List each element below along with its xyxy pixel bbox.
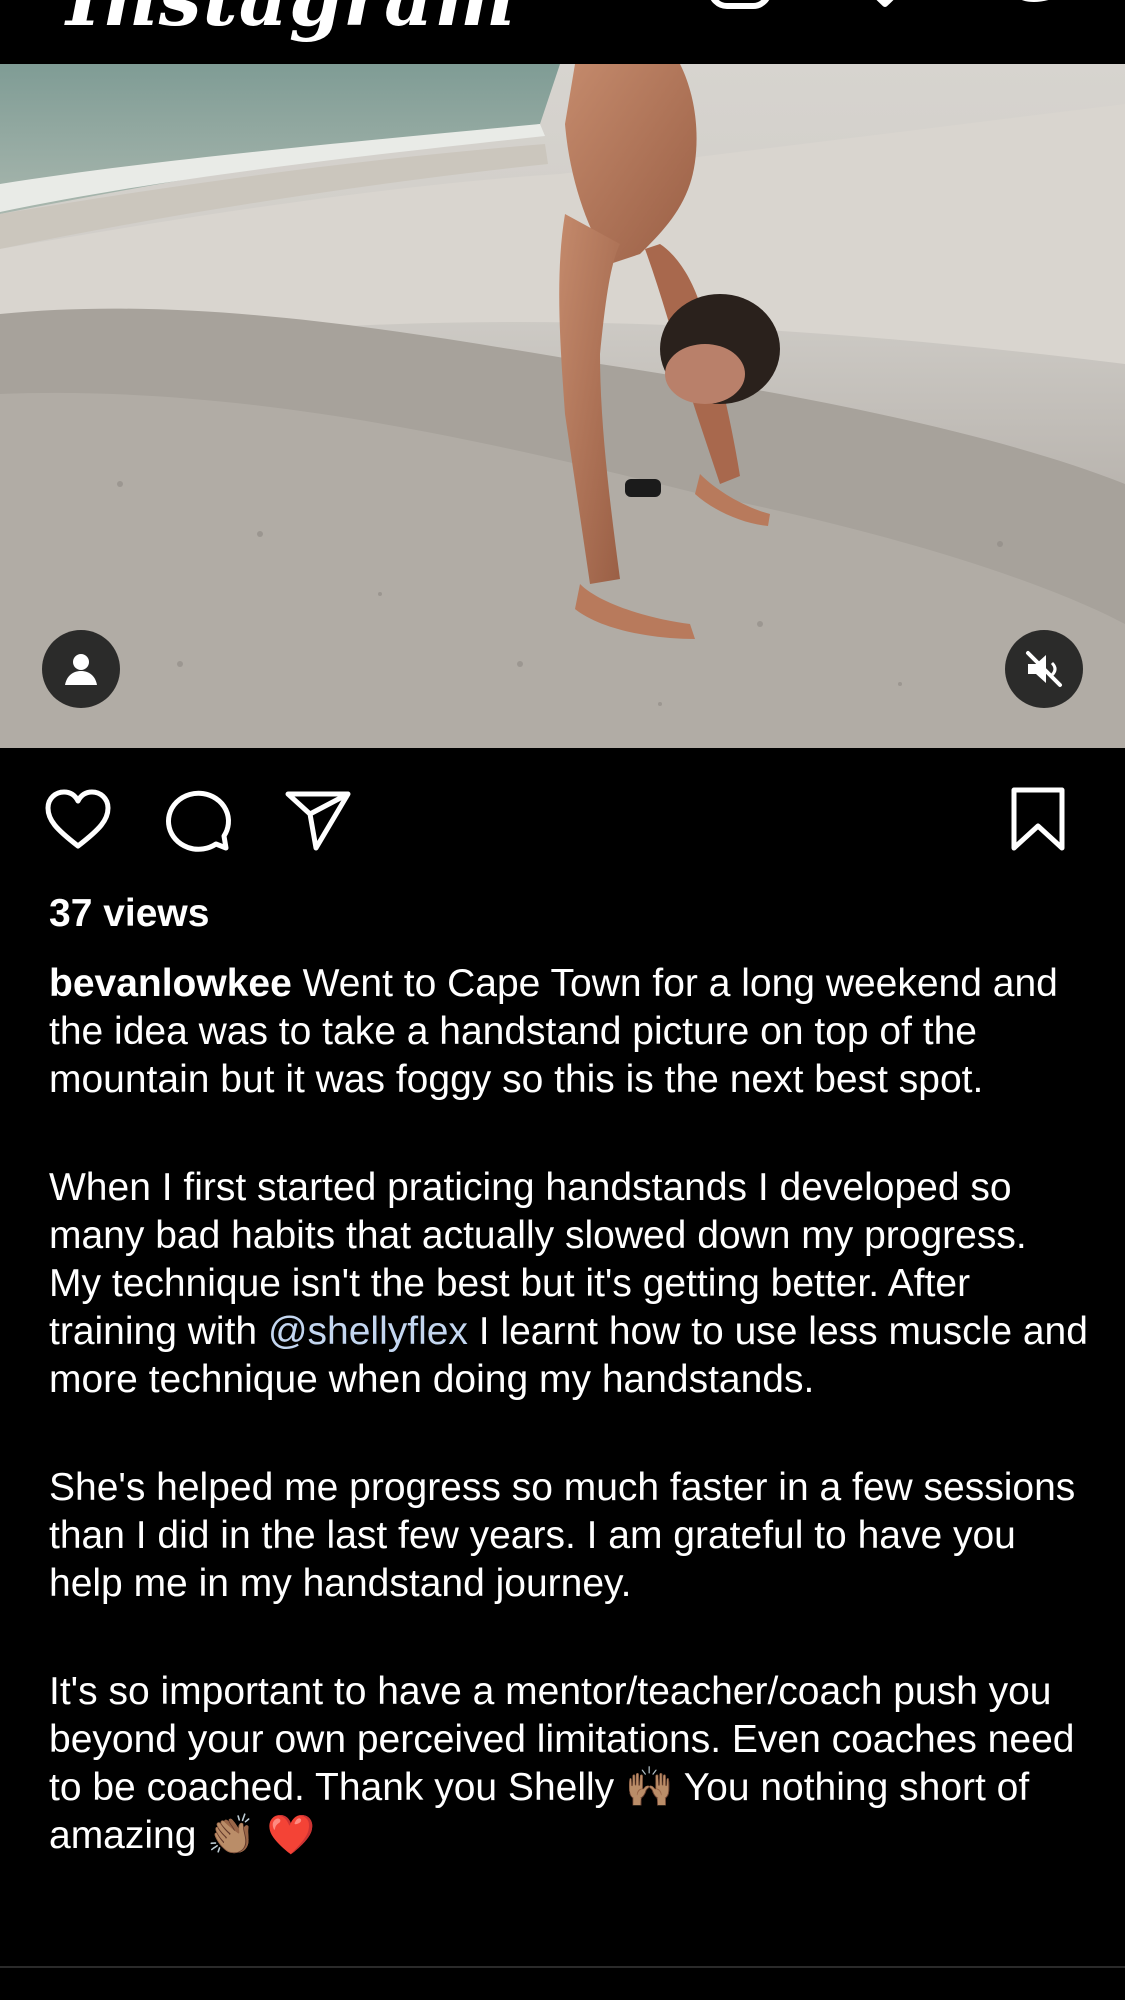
save-button[interactable] <box>998 780 1078 860</box>
top-bar: Instagram <box>0 0 1125 64</box>
beach-handstand-photo <box>0 64 1125 748</box>
caption-paragraph-4: It's so important to have a mentor/teach… <box>49 1668 1089 1860</box>
like-icon <box>45 789 111 849</box>
caption-paragraph-1: bevanlowkee Went to Cape Town for a long… <box>49 960 1089 1104</box>
views-count: 37 views <box>49 892 210 935</box>
muted-speaker-icon <box>1026 651 1062 687</box>
messenger-icon[interactable] <box>1000 0 1070 18</box>
clapping-hands-emoji: 👏🏽 <box>207 1813 256 1858</box>
person-tag-button[interactable] <box>42 630 120 708</box>
bookmark-icon <box>1011 787 1065 851</box>
add-post-icon[interactable] <box>705 0 775 18</box>
heart-icon[interactable] <box>850 0 920 18</box>
mention-link[interactable]: @shellyflex <box>268 1310 468 1353</box>
red-heart-emoji: ❤️ <box>266 1813 316 1858</box>
instagram-logo[interactable]: Instagram <box>66 0 516 43</box>
person-tag-icon <box>65 654 97 685</box>
share-icon <box>285 791 351 851</box>
divider <box>0 1966 1125 1968</box>
post-caption: bevanlowkee Went to Cape Town for a long… <box>49 960 1089 1920</box>
comment-icon <box>166 790 231 852</box>
like-button[interactable] <box>38 780 118 860</box>
caption-paragraph-3: She's helped me progress so much faster … <box>49 1466 1076 1605</box>
post-action-bar <box>0 780 1125 860</box>
raised-hands-emoji: 🙌🏽 <box>625 1765 674 1810</box>
comment-button[interactable] <box>158 780 238 860</box>
caption-paragraph-2: When I first started praticing handstand… <box>49 1164 1089 1404</box>
share-button[interactable] <box>278 780 358 860</box>
mute-button[interactable] <box>1005 630 1083 708</box>
post-media[interactable] <box>0 64 1125 748</box>
username-link[interactable]: bevanlowkee <box>49 962 292 1005</box>
